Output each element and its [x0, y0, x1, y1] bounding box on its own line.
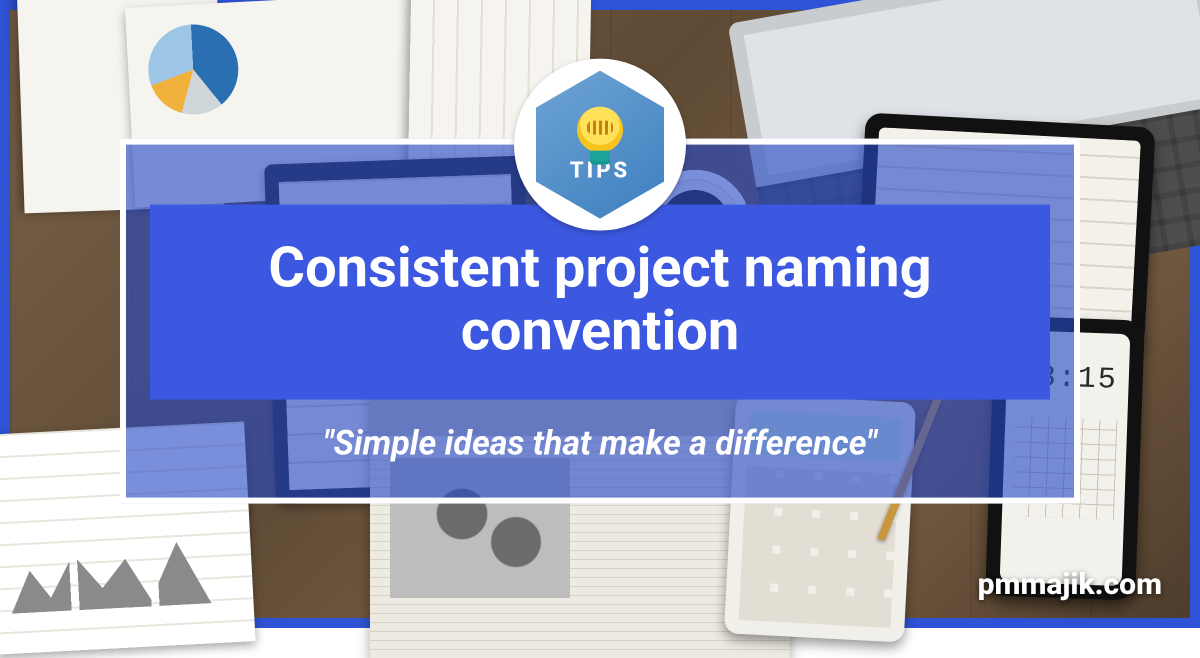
- lightbulb-icon: [577, 106, 623, 152]
- headline-box: Consistent project naming convention: [150, 205, 1050, 400]
- hex-badge: TIPS: [536, 71, 664, 219]
- site-watermark: pmmajik.com: [978, 567, 1162, 602]
- image-frame: 08:15 TIPS Consistent project naming con…: [0, 0, 1200, 628]
- caption-card: TIPS Consistent project naming conventio…: [120, 139, 1080, 504]
- tagline: "Simple ideas that make a difference": [156, 424, 1044, 464]
- headline: Consistent project naming convention: [180, 237, 1020, 362]
- overlay-card: TIPS Consistent project naming conventio…: [120, 139, 1080, 504]
- tips-badge: TIPS: [514, 59, 686, 231]
